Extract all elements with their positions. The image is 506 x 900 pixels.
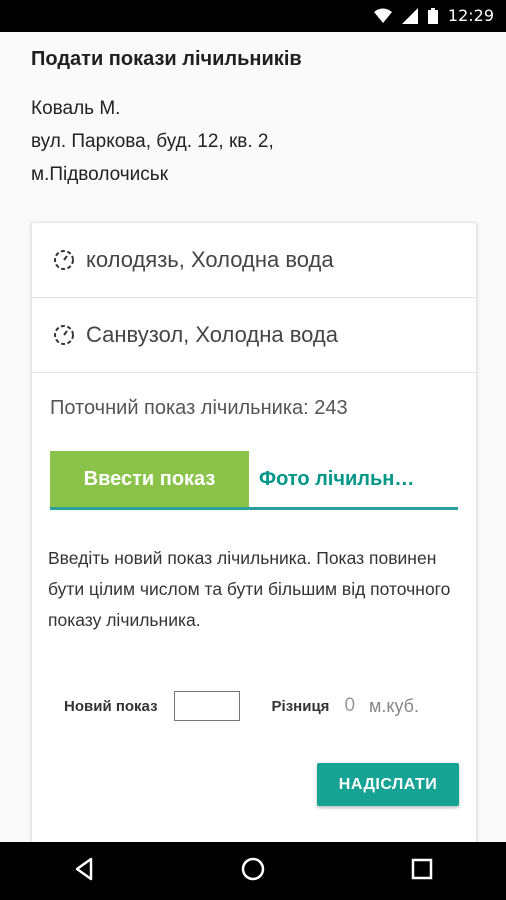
status-icons: 12:29 [373, 6, 494, 25]
account-address: Коваль М. вул. Паркова, буд. 12, кв. 2, … [31, 92, 274, 191]
tab-enter-reading[interactable]: Ввести показ [50, 451, 249, 507]
gauge-icon [52, 323, 76, 347]
meter-label: Санвузол, Холодна вода [86, 322, 338, 347]
new-reading-label: Новий показ [64, 697, 158, 715]
home-button[interactable] [233, 851, 273, 891]
signal-icon [401, 7, 418, 24]
account-city: м.Підволочиськ [31, 164, 169, 185]
back-icon [73, 857, 95, 886]
gauge-icon [52, 248, 76, 272]
difference-label: Різниця [271, 697, 330, 715]
main-content: Подати покази лічильників Коваль М. вул.… [0, 32, 506, 864]
send-button[interactable]: НАДІСЛАТИ [317, 763, 459, 806]
status-bar: 12:29 [0, 0, 506, 32]
wifi-icon [373, 8, 392, 24]
battery-icon [427, 7, 438, 24]
navigation-bar [0, 842, 506, 900]
account-name: Коваль М. [31, 98, 121, 119]
instructions-text: Введіть новий показ лічильника. Показ по… [48, 548, 451, 630]
current-reading: Поточний показ лічильника: 243 [50, 397, 348, 419]
reading-form: Новий показ Різниця 0 м.куб. [64, 691, 419, 721]
meter-label: колодязь, Холодна вода [86, 247, 334, 272]
meter-item-bathroom[interactable]: Санвузол, Холодна вода [32, 298, 476, 373]
new-reading-input[interactable] [173, 691, 240, 721]
account-street: вул. Паркова, буд. 12, кв. 2, [31, 131, 274, 152]
status-time: 12:29 [447, 6, 494, 25]
meter-item-well[interactable]: колодязь, Холодна вода [32, 223, 476, 298]
meter-card: колодязь, Холодна вода Санвузол, Холодна… [31, 222, 477, 864]
unit-label: м.куб. [369, 695, 419, 716]
recents-icon [411, 858, 433, 885]
difference-value: 0 [344, 695, 356, 716]
page-title: Подати покази лічильників [31, 48, 302, 70]
home-icon [240, 856, 266, 887]
recents-button[interactable] [402, 851, 442, 891]
tab-meter-photo[interactable]: Фото лічильн… [249, 451, 458, 507]
back-button[interactable] [64, 851, 104, 891]
input-tabs: Ввести показ Фото лічильн… [50, 451, 458, 510]
